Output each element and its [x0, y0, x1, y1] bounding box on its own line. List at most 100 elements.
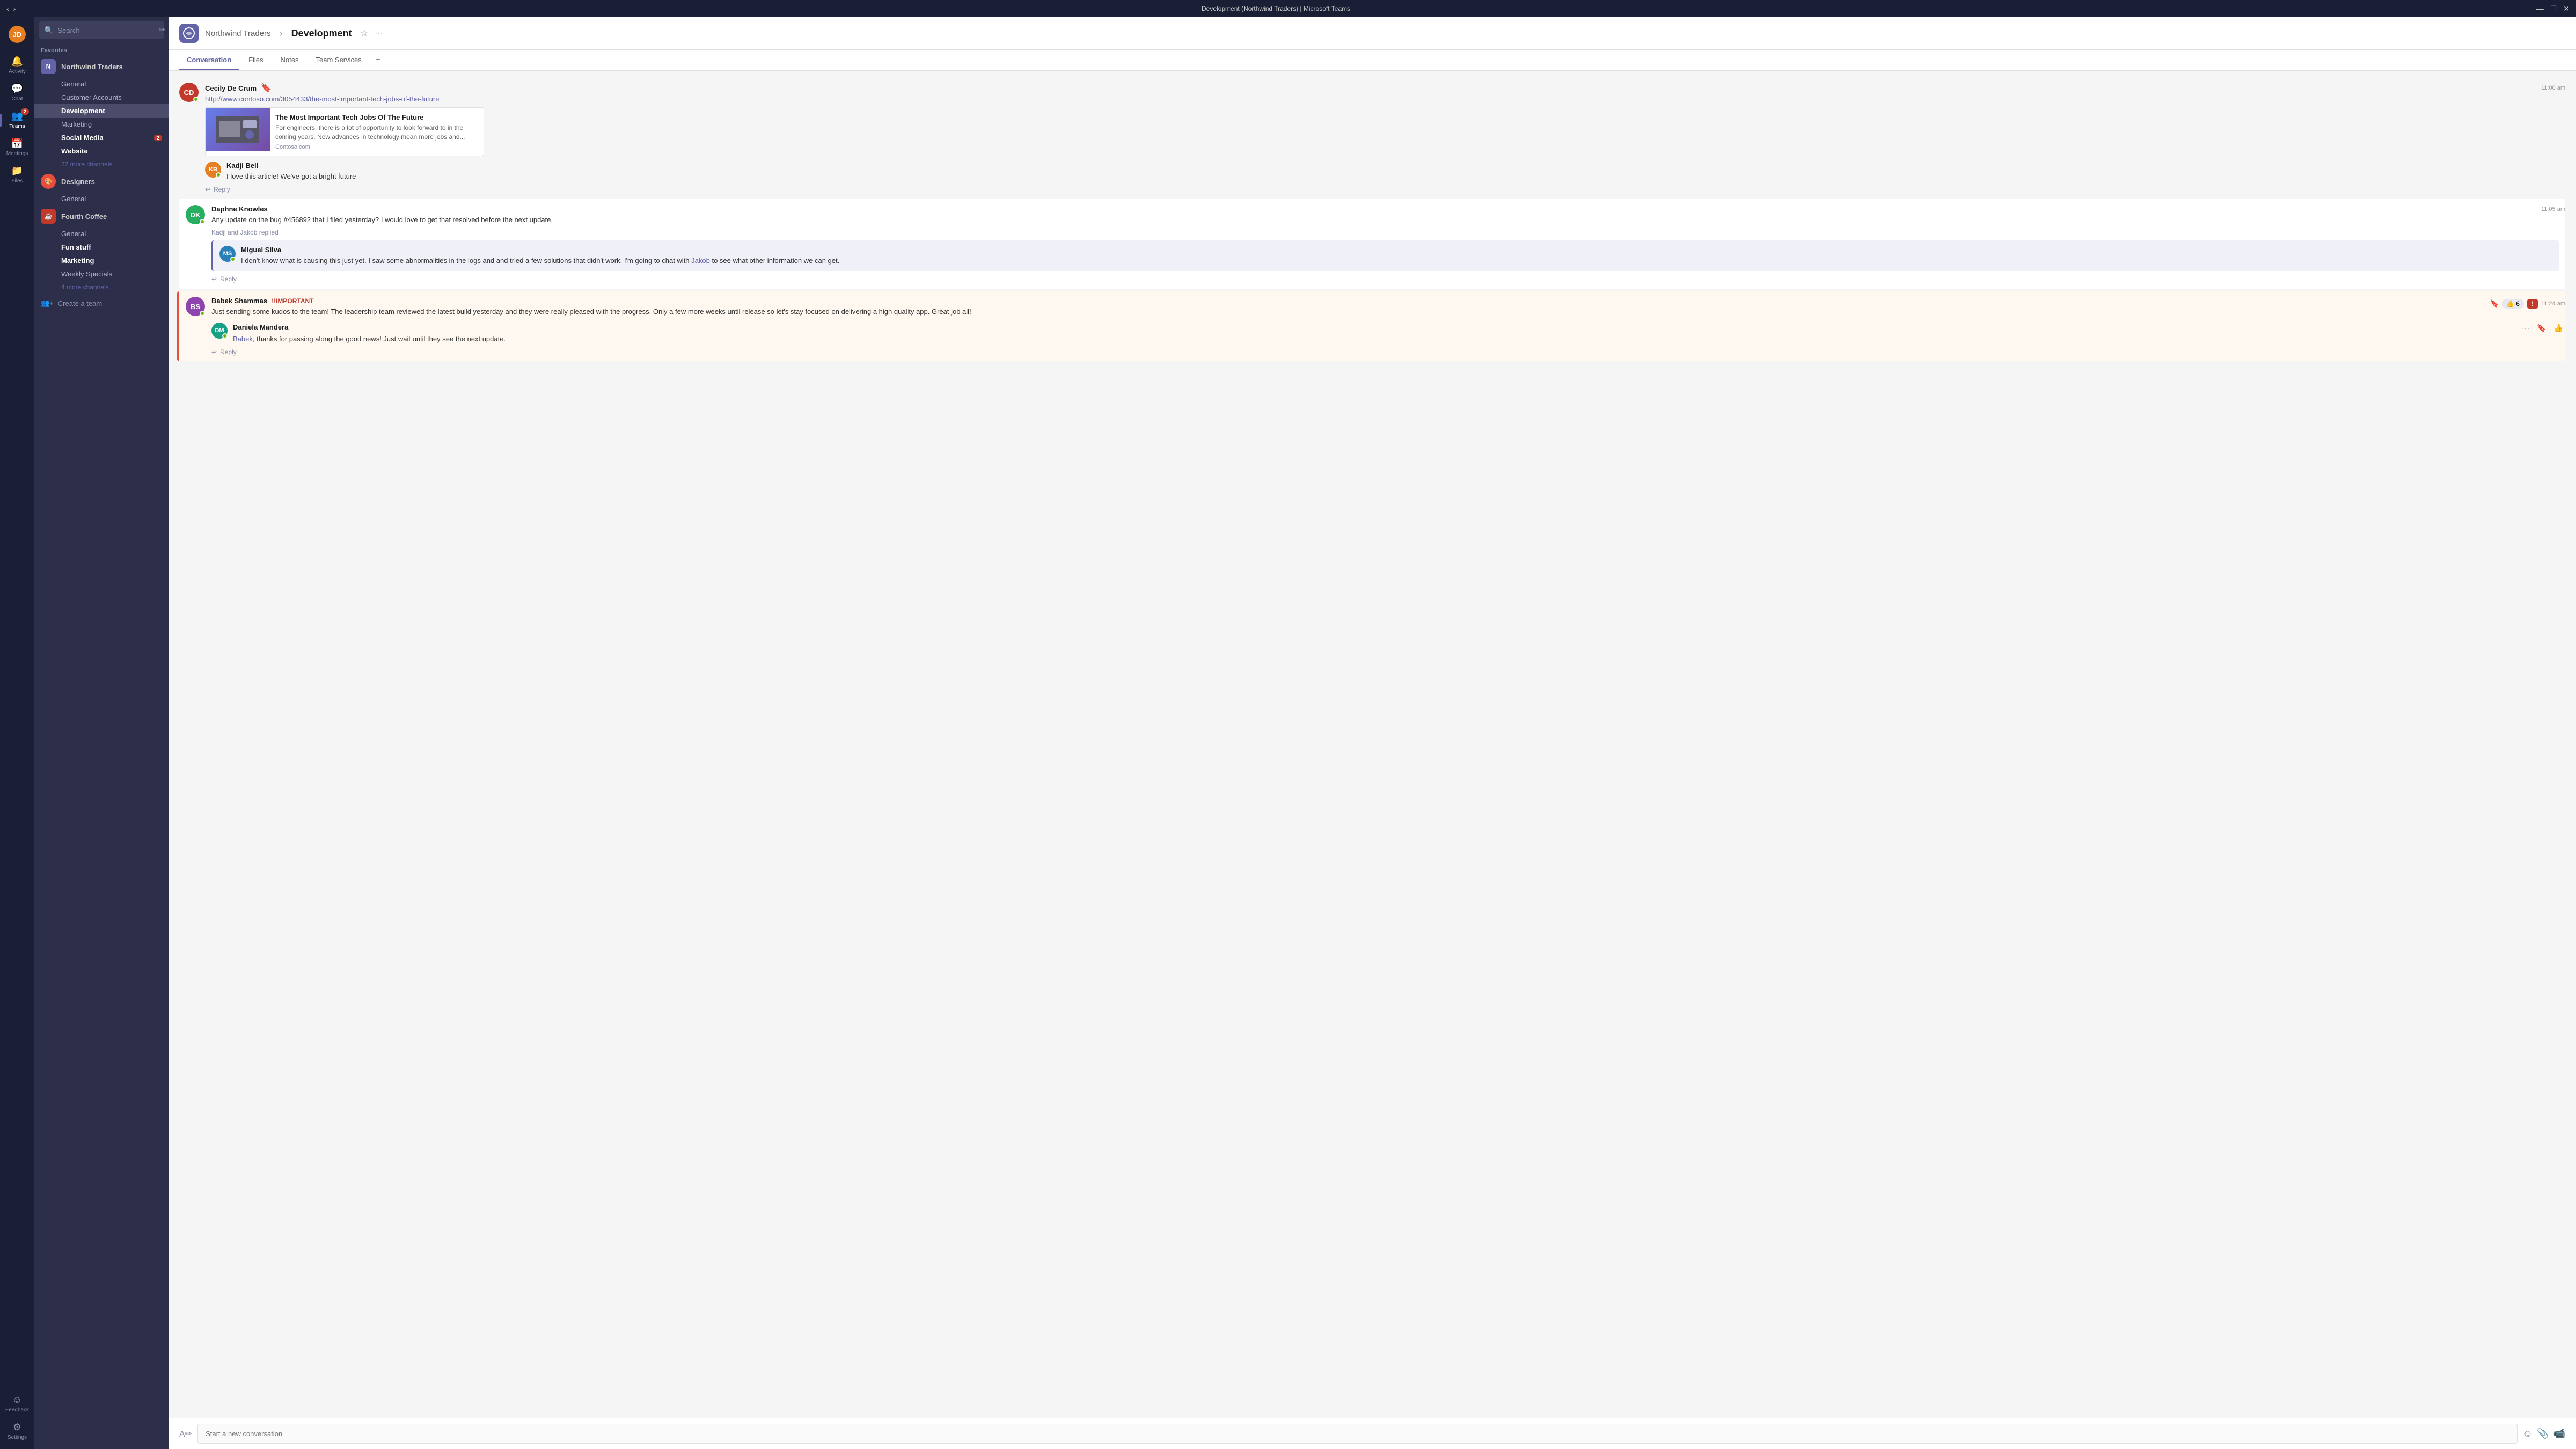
like-msg-icon[interactable]: 👍 — [2552, 323, 2565, 334]
video-button[interactable]: 📹 — [2553, 1428, 2565, 1439]
team-designers[interactable]: 🎨 Designers ··· — [34, 171, 169, 192]
channel-header: Northwind Traders › Development ☆ ··· — [169, 17, 2576, 50]
window-title: Development (Northwind Traders) | Micros… — [16, 5, 2536, 12]
sidebar-item-files[interactable]: 📁 Files — [0, 161, 34, 188]
more-actions-icon[interactable]: ··· — [2520, 323, 2531, 333]
user-avatar[interactable]: JD — [9, 26, 26, 43]
format-icon[interactable]: A✏ — [179, 1429, 192, 1439]
tab-files[interactable]: Files — [241, 50, 270, 70]
fourth-more-channels[interactable]: 4 more channels — [34, 281, 169, 294]
org-name: Northwind Traders — [205, 29, 271, 38]
channel-name-designers-general: General — [61, 195, 86, 203]
message-content-2: Daphne Knowles Any update on the bug #45… — [211, 205, 2559, 283]
maximize-button[interactable]: ☐ — [2550, 4, 2557, 13]
author-cecily: Cecily De Crum — [205, 84, 257, 92]
channel-marketing[interactable]: Marketing — [34, 118, 169, 131]
bookmark-icon-1[interactable]: 🔖 — [261, 83, 272, 93]
channel-marketing2[interactable]: Marketing — [34, 254, 169, 267]
channel-website[interactable]: Website — [34, 144, 169, 158]
miguel-header: Miguel Silva — [241, 246, 839, 254]
close-button[interactable]: ✕ — [2563, 4, 2570, 13]
miguel-reply-row: MS Miguel Silva I don't know what is cau… — [219, 246, 2552, 266]
daniela-header-row: Daniela Mandera ··· 🔖 👍 — [233, 323, 2565, 334]
tab-team-services[interactable]: Team Services — [309, 50, 369, 70]
title-bar: ‹ › Development (Northwind Traders) | Mi… — [0, 0, 2576, 17]
avatar-cecily: CD — [179, 83, 199, 102]
emoji-button[interactable]: ☺ — [2523, 1428, 2533, 1439]
like-reaction[interactable]: 👍 6 — [2502, 299, 2524, 309]
search-input[interactable] — [57, 26, 152, 34]
babek-mention-link[interactable]: Babek — [233, 335, 253, 343]
bookmark-red-icon[interactable]: 🔖 — [2490, 299, 2499, 308]
designers-avatar: 🎨 — [41, 174, 56, 189]
reply-button-1[interactable]: ↩ Reply — [205, 186, 2565, 193]
reply-button-3[interactable]: ↩ Reply — [211, 348, 2565, 356]
reply-label-1: Reply — [214, 186, 230, 193]
channel-fourth-general[interactable]: General — [34, 227, 169, 240]
team-name-designers: Designers — [61, 178, 148, 186]
compose-input[interactable] — [197, 1424, 2518, 1444]
channel-social-media[interactable]: Social Media 2 — [34, 131, 169, 144]
channel-general[interactable]: General — [34, 77, 169, 91]
sidebar-item-teams[interactable]: 2 👥 Teams — [0, 106, 34, 134]
window-controls[interactable]: — ☐ ✕ — [2536, 4, 2570, 13]
channel-name-fourth-general: General — [61, 230, 86, 238]
tab-notes[interactable]: Notes — [273, 50, 306, 70]
avatar-daniela: DM — [211, 323, 228, 339]
channel-designers-general[interactable]: General — [34, 192, 169, 206]
icon-sidebar: JD 🔔 Activity 💬 Chat 2 👥 Teams 📅 Meeting… — [0, 17, 34, 1449]
author-daphne: Daphne Knowles — [211, 205, 268, 213]
attachment-button[interactable]: 📎 — [2537, 1428, 2549, 1439]
daniela-text-content: , thanks for passing along the good news… — [253, 335, 506, 343]
timestamp-3: 11:24 am — [2541, 301, 2565, 307]
tabs-bar: Conversation Files Notes Team Services + — [169, 50, 2576, 71]
message-content-1: Cecily De Crum 🔖 http://www.contoso.com/… — [205, 83, 2565, 193]
kadji-reply-content: Kadji Bell I love this article! We've go… — [226, 162, 356, 182]
sidebar-item-settings[interactable]: ⚙ Settings — [5, 1417, 29, 1445]
team-northwind[interactable]: N Northwind Traders ··· — [34, 56, 169, 77]
author-miguel: Miguel Silva — [241, 246, 281, 254]
channel-development[interactable]: Development — [34, 104, 169, 118]
sidebar-item-feedback[interactable]: ☺ Feedback — [5, 1390, 29, 1417]
social-media-badge: 2 — [154, 135, 162, 141]
northwind-more-channels[interactable]: 32 more channels — [34, 158, 169, 171]
avatar-kadji: KB — [205, 162, 221, 178]
daniela-text: Babek, thanks for passing along the good… — [233, 334, 2565, 345]
tab-conversation[interactable]: Conversation — [179, 50, 239, 70]
search-bar[interactable]: 🔍 ✏ — [39, 21, 164, 39]
channel-name-fun-stuff: Fun stuff — [61, 243, 91, 251]
nav-controls[interactable]: ‹ › — [6, 4, 16, 13]
daniela-online — [222, 333, 228, 339]
sidebar-label-feedback: Feedback — [5, 1407, 29, 1413]
message-actions-3: ··· 🔖 👍 — [2520, 323, 2565, 334]
message-3-actions-right: 🔖 👍 6 ! 11:24 am — [2490, 299, 2565, 309]
sidebar-item-chat[interactable]: 💬 Chat — [0, 79, 34, 106]
channel-customer-accounts[interactable]: Customer Accounts — [34, 91, 169, 104]
thread-info[interactable]: Kadji and Jakob replied — [211, 229, 2559, 236]
channel-fun-stuff[interactable]: Fun stuff — [34, 240, 169, 254]
sidebar-item-meetings[interactable]: 📅 Meetings — [0, 134, 34, 161]
activity-icon: 🔔 — [11, 56, 23, 67]
team-name-northwind: Northwind Traders — [61, 63, 148, 71]
favorite-star-icon[interactable]: ☆ — [361, 28, 368, 39]
search-icon: 🔍 — [44, 26, 53, 35]
miguel-text-before: I don't know what is causing this just y… — [241, 257, 691, 265]
header-more-icon[interactable]: ··· — [375, 28, 383, 38]
teams-badge: 2 — [21, 108, 29, 115]
bookmark-msg-icon[interactable]: 🔖 — [2535, 323, 2548, 334]
channel-weekly-specials[interactable]: Weekly Specials — [34, 267, 169, 281]
article-link[interactable]: http://www.contoso.com/3054433/the-most-… — [205, 95, 439, 103]
create-team-button[interactable]: 👥+ Create a team — [34, 294, 169, 313]
author-kadji: Kadji Bell — [226, 162, 258, 170]
nav-back[interactable]: ‹ — [6, 4, 9, 13]
reply-button-2[interactable]: ↩ Reply — [211, 275, 2559, 283]
minimize-button[interactable]: — — [2536, 4, 2544, 13]
jakob-link[interactable]: Jakob — [691, 257, 710, 265]
compose-icon[interactable]: ✏ — [158, 25, 165, 35]
preview-image — [206, 108, 270, 151]
preview-image-inner — [206, 108, 270, 151]
add-tab-button[interactable]: + — [371, 50, 385, 70]
alert-badge[interactable]: ! — [2527, 299, 2538, 309]
sidebar-item-activity[interactable]: 🔔 Activity — [0, 52, 34, 79]
team-fourth-coffee[interactable]: ☕ Fourth Coffee ··· — [34, 206, 169, 227]
